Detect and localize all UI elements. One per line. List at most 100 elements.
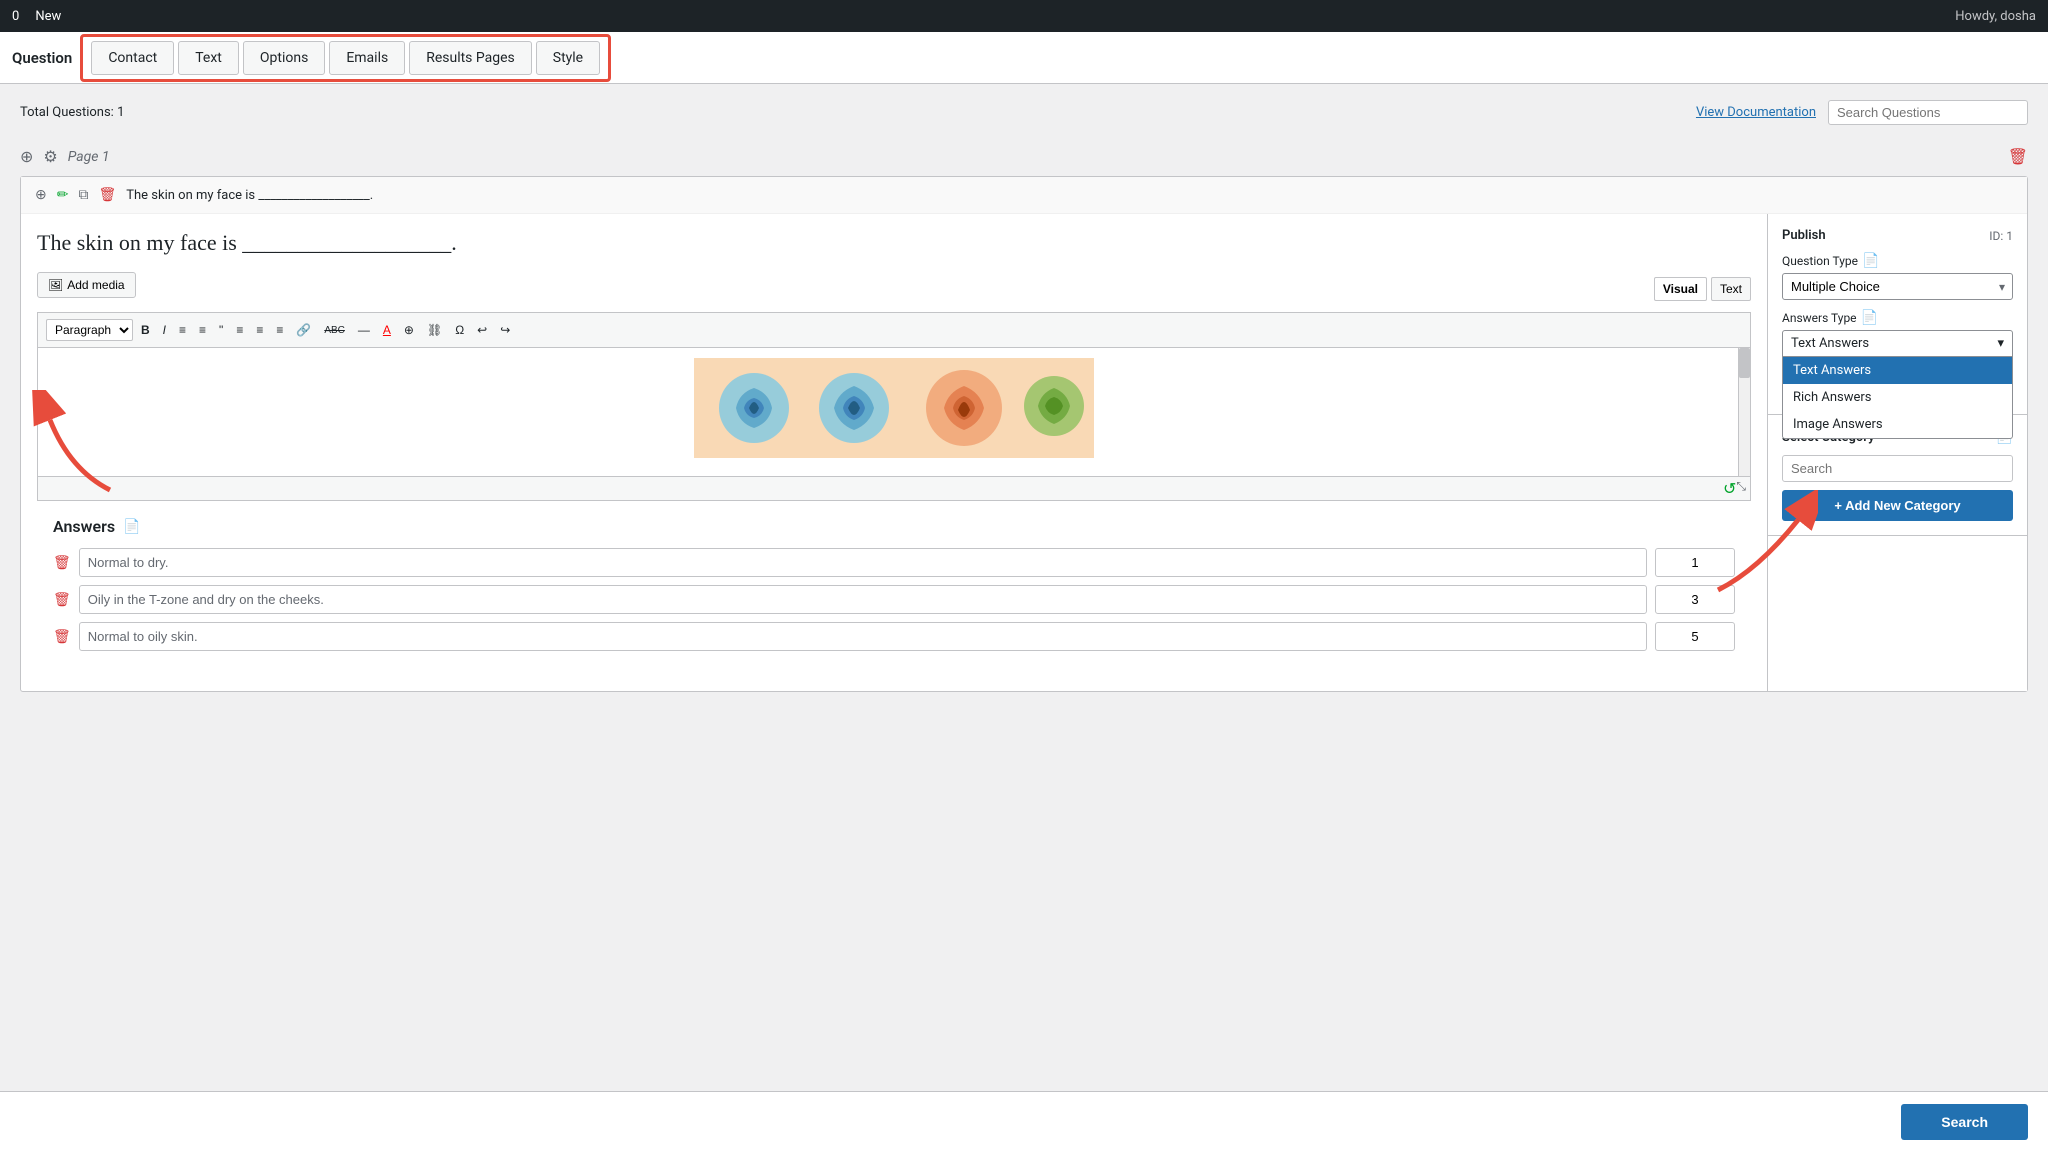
bold-button[interactable]: B [136, 320, 155, 340]
question-edit-icon[interactable]: ✏ [57, 187, 69, 203]
visual-tab[interactable]: Visual [1654, 277, 1707, 301]
answers-type-trigger[interactable]: Text Answers ▾ [1782, 330, 2013, 357]
answers-section: Answers 📄 🗑 🗑 🗑 [37, 501, 1751, 675]
align-center-button[interactable]: ≡ [251, 320, 268, 340]
question-type-label: Question Type 📄 [1782, 253, 2013, 269]
question-header-text: The skin on my face is _________________… [126, 188, 2013, 203]
editor-image [38, 348, 1750, 468]
blockquote-button[interactable]: " [214, 320, 228, 340]
italic-button[interactable]: I [158, 320, 171, 340]
add-new-category-button[interactable]: + Add New Category [1782, 490, 2013, 521]
redo-button[interactable]: ↪ [495, 320, 515, 340]
abc-button[interactable]: ABC [319, 322, 350, 339]
resize-handle[interactable]: ⤡ [1736, 479, 1746, 498]
total-questions-label: Total Questions: [20, 105, 114, 120]
align-right-button[interactable]: ≡ [271, 320, 288, 340]
answers-type-dropdown: Text Answers ▾ Text Answers Rich Answers… [1782, 330, 2013, 357]
question-type-select-wrapper: Multiple Choice Single Choice Text Input [1782, 273, 2013, 300]
answers-type-option-1[interactable]: Rich Answers [1783, 384, 2012, 411]
answers-doc-icon: 📄 [123, 519, 140, 535]
answer-row-1: 🗑 [53, 585, 1735, 614]
page-gear-icon[interactable]: ⚙ [43, 147, 57, 166]
publish-id: ID: 1 [1989, 229, 2013, 243]
add-media-button[interactable]: 🖼 Add media [37, 272, 136, 298]
tab-highlight-box: Contact Text Options Emails Results Page… [80, 34, 611, 82]
tab-bar: Question Contact Text Options Emails Res… [0, 32, 2048, 84]
tab-question-label: Question [12, 49, 72, 67]
answer-delete-2[interactable]: 🗑 [53, 629, 71, 645]
editor-scrollbar-thumb [1739, 348, 1750, 378]
admin-bar: 0 New Howdy, dosha [0, 0, 2048, 32]
question-type-select[interactable]: Multiple Choice Single Choice Text Input [1782, 273, 2013, 300]
editor-scrollbar[interactable] [1738, 348, 1750, 476]
meta-row: Total Questions: 1 View Documentation [20, 100, 2028, 125]
view-documentation-link[interactable]: View Documentation [1696, 105, 1816, 120]
answers-type-label: Answers Type 📄 [1782, 310, 2013, 326]
sidebar-panel: Publish ID: 1 Question Type 📄 Multiple C… [1767, 214, 2027, 691]
answers-type-option-2[interactable]: Image Answers [1783, 411, 2012, 438]
question-preview-text: The skin on my face is _________________… [37, 230, 1751, 256]
page-title: Page 1 [68, 149, 110, 165]
answers-type-doc-icon: 📄 [1861, 310, 1878, 326]
answer-score-2[interactable] [1655, 622, 1735, 651]
answer-row-2: 🗑 [53, 622, 1735, 651]
editor-area: The skin on my face is _________________… [21, 214, 2027, 691]
answer-row-0: 🗑 [53, 548, 1735, 577]
total-questions-count: 1 [117, 105, 124, 120]
admin-bar-new[interactable]: New [35, 9, 61, 24]
search-questions-input[interactable] [1828, 100, 2028, 125]
answer-delete-1[interactable]: 🗑 [53, 592, 71, 608]
editor-content[interactable] [37, 347, 1751, 477]
add-media-label: Add media [67, 278, 124, 292]
dropdown-arrow-icon: ▾ [1997, 336, 2004, 351]
question-card-header: ⊕ ✏ ⧉ 🗑 The skin on my face is _________… [21, 177, 2027, 214]
answers-title: Answers [53, 517, 115, 536]
tab-emails[interactable]: Emails [329, 41, 405, 75]
undo-button[interactable]: ↩ [472, 320, 492, 340]
answer-text-2[interactable] [79, 622, 1647, 651]
search-button[interactable]: Search [1901, 1104, 2028, 1140]
admin-bar-howdy: Howdy, dosha [1955, 9, 2036, 24]
answer-text-1[interactable] [79, 585, 1647, 614]
align-left-button[interactable]: ≡ [231, 320, 248, 340]
text-tab[interactable]: Text [1711, 277, 1751, 301]
tab-text[interactable]: Text [178, 41, 239, 75]
answers-type-option-0[interactable]: Text Answers [1783, 357, 2012, 384]
page-move-icon[interactable]: ⊕ [20, 147, 33, 166]
answer-text-0[interactable] [79, 548, 1647, 577]
question-type-doc-icon: 📄 [1862, 253, 1879, 269]
question-delete-icon[interactable]: 🗑 [98, 187, 116, 203]
format-select[interactable]: Paragraph [46, 319, 133, 341]
bullet-list-button[interactable]: ≡ [174, 320, 191, 340]
insert-button[interactable]: ⊕ [399, 320, 419, 340]
dash-button[interactable]: — [353, 320, 375, 340]
tab-results-pages[interactable]: Results Pages [409, 41, 532, 75]
visual-text-tabs: Visual Text [1654, 277, 1751, 301]
publish-section: Publish ID: 1 Question Type 📄 Multiple C… [1768, 214, 2027, 415]
color-button[interactable]: A [378, 320, 396, 340]
category-search-input[interactable] [1782, 455, 2013, 482]
admin-bar-zero: 0 [12, 9, 19, 24]
question-move-icon[interactable]: ⊕ [35, 187, 47, 203]
editor-toolbar: Paragraph B I ≡ ≡ " ≡ ≡ ≡ 🔗 ABC — A ⊕ ⛓ [37, 312, 1751, 347]
link-button[interactable]: 🔗 [291, 320, 316, 340]
refresh-icon[interactable]: ↺ [1723, 479, 1736, 498]
question-copy-icon[interactable]: ⧉ [78, 187, 88, 203]
total-questions: Total Questions: 1 [20, 105, 124, 120]
page-delete-icon[interactable]: 🗑 [2008, 147, 2028, 166]
question-card: ⊕ ✏ ⧉ 🗑 The skin on my face is _________… [20, 176, 2028, 692]
page-header: ⊕ ⚙ Page 1 🗑 [20, 137, 2028, 176]
answer-score-1[interactable] [1655, 585, 1735, 614]
answers-type-value: Text Answers [1791, 336, 1869, 351]
omega-button[interactable]: Ω [450, 320, 469, 340]
tab-options[interactable]: Options [243, 41, 325, 75]
answer-score-0[interactable] [1655, 548, 1735, 577]
chain-button[interactable]: ⛓ [422, 320, 447, 340]
numbered-list-button[interactable]: ≡ [194, 320, 211, 340]
tab-style[interactable]: Style [536, 41, 600, 75]
answer-delete-0[interactable]: 🗑 [53, 555, 71, 571]
tab-contact[interactable]: Contact [91, 41, 174, 75]
publish-title: Publish [1782, 228, 1826, 243]
editor-bottom-bar: ↺ ⤡ [37, 477, 1751, 501]
answers-type-dropdown-list: Text Answers Rich Answers Image Answers [1782, 357, 2013, 439]
